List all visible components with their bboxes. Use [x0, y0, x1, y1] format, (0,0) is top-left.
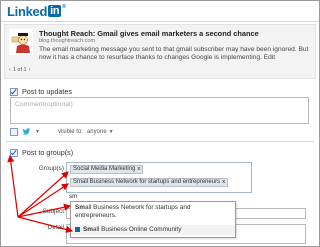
pager-text: 1 of 1 — [12, 67, 27, 73]
section-divider — [6, 141, 314, 142]
post-to-groups-label: Post to group(s) — [22, 148, 74, 157]
comment-placeholder: Comment(optional) — [15, 101, 73, 108]
preview-title[interactable]: Thought Reach: Gmail gives email markete… — [39, 29, 259, 38]
logo-in-badge: in — [48, 5, 62, 17]
groups-field-label: Group(s) — [38, 165, 64, 172]
post-to-groups-checkbox[interactable] — [10, 148, 18, 157]
logo-text: Linked — [7, 3, 48, 19]
group-icon — [75, 227, 80, 233]
suggestion-item[interactable]: Small Business Online Community — [71, 225, 235, 235]
twitter-account-caret-icon[interactable]: ▼ — [35, 129, 40, 135]
suggestion-rest: all Business Network for startups and en… — [75, 204, 191, 219]
suggestion-rest: all Business Online Community — [92, 226, 182, 233]
pager-next-button[interactable]: › — [29, 67, 31, 73]
pager-prev-button[interactable]: ‹ — [9, 67, 11, 73]
detail-field-label: Detail — [47, 224, 64, 231]
twitter-bird-icon — [22, 128, 31, 136]
visibility-value: anyone — [86, 129, 107, 135]
post-to-updates-checkbox[interactable] — [10, 87, 18, 96]
group-token: Small Business Network for startups and … — [70, 178, 229, 187]
comment-field[interactable]: Comment(optional) — [10, 97, 309, 124]
logo-registered-mark: ® — [62, 4, 66, 10]
share-options-row: ▼ visible to: anyone ▼ — [10, 128, 114, 136]
twitter-checkbox[interactable] — [10, 128, 18, 136]
group-token-label: Small Business Network for startups and … — [73, 179, 221, 185]
post-to-groups-row: Post to group(s) — [10, 148, 73, 157]
preview-pager: ‹ 1 of 1 › — [9, 67, 30, 73]
preview-description: The email marketing message you sent to … — [39, 46, 309, 61]
visibility-select[interactable]: anyone ▼ — [87, 129, 114, 135]
visible-to-label: visible to: — [57, 129, 83, 135]
suggestion-item[interactable]: Small Business Network for startups and … — [71, 203, 235, 220]
group-suggestions-dropdown: Small Business Network for startups and … — [70, 201, 236, 238]
remove-token-icon[interactable]: x — [222, 179, 225, 186]
link-preview: Thought Reach: Gmail gives email markete… — [4, 24, 316, 79]
visibility-caret-icon: ▼ — [108, 129, 114, 135]
group-token-label: Social Media Marketing — [73, 166, 136, 172]
remove-token-icon[interactable]: x — [137, 166, 140, 173]
preview-url: blog.thoughtreach.com — [39, 38, 95, 44]
group-token: Social Media Marketing x — [70, 165, 144, 174]
suggestion-match: Sm — [75, 204, 85, 211]
header-divider — [1, 21, 319, 22]
post-to-updates-label: Post to updates — [22, 87, 72, 96]
groups-typed-text[interactable]: sm — [69, 193, 77, 200]
suggestion-match: Sm — [83, 226, 93, 233]
linkedin-logo: Linked in ® — [7, 3, 66, 19]
subject-field-label: Subject — [42, 208, 64, 215]
preview-thumbnail-icon[interactable] — [9, 29, 33, 55]
post-to-updates-row: Post to updates — [10, 87, 72, 96]
